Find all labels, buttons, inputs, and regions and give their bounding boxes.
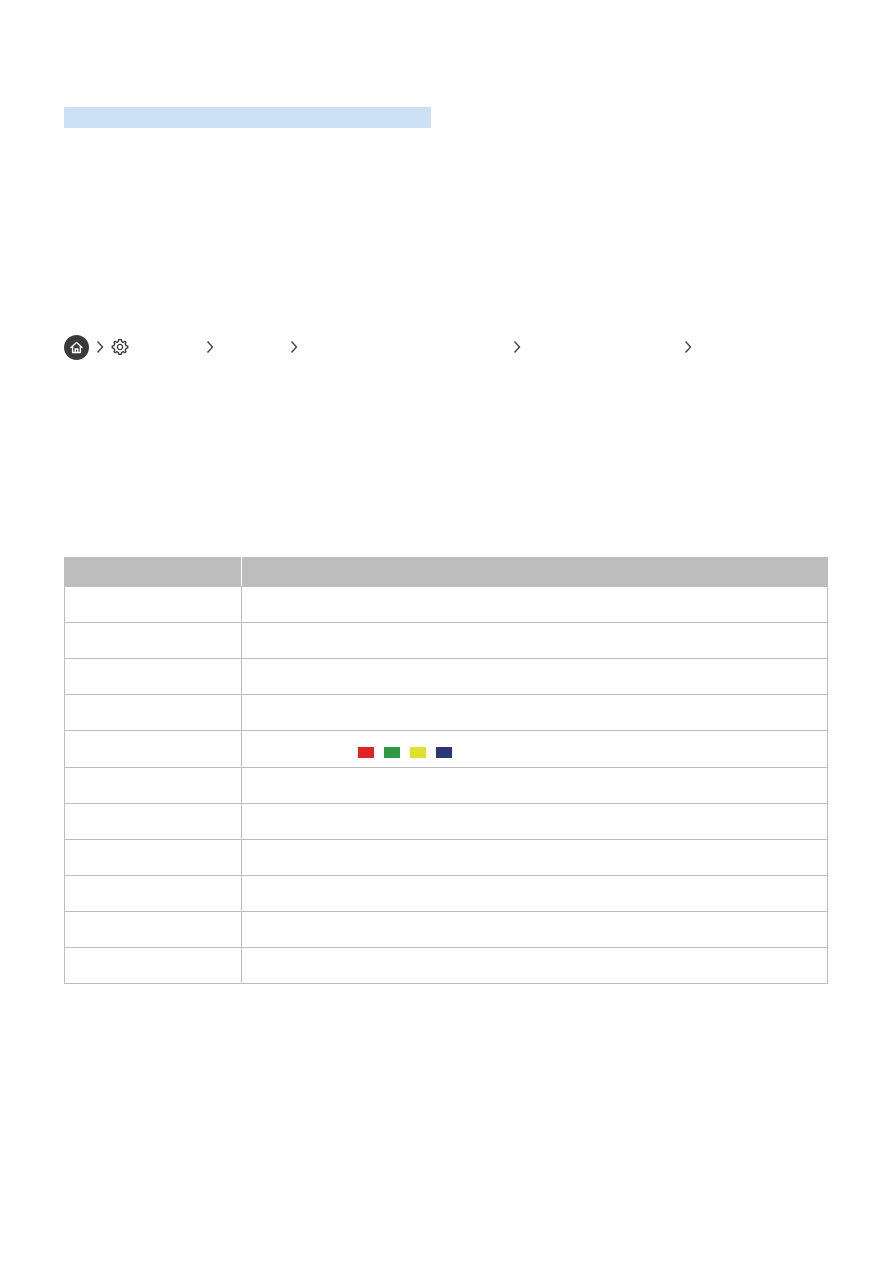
section-heading-highlight bbox=[64, 107, 431, 128]
chevron-right-icon bbox=[513, 341, 521, 353]
table-cell-key bbox=[64, 947, 242, 984]
table-header-key bbox=[64, 557, 242, 587]
table-cell-value bbox=[241, 730, 828, 768]
green-button-icon bbox=[384, 747, 400, 759]
table-cell-key bbox=[64, 767, 242, 804]
table-cell-value bbox=[241, 694, 828, 731]
table-row bbox=[64, 730, 828, 768]
yellow-button-icon bbox=[410, 747, 426, 759]
chevron-right-icon bbox=[290, 341, 298, 353]
table-cell-key bbox=[64, 730, 242, 768]
table-cell-value bbox=[241, 658, 828, 695]
table-cell-key bbox=[64, 803, 242, 840]
chevron-right-icon bbox=[684, 341, 692, 353]
table-cell-key bbox=[64, 658, 242, 695]
table-cell-value bbox=[241, 586, 828, 623]
table-header-value bbox=[241, 557, 828, 587]
button-function-table bbox=[64, 557, 828, 984]
table-row bbox=[64, 586, 828, 623]
table-cell-value bbox=[241, 622, 828, 659]
table-header-row bbox=[64, 557, 828, 587]
table-row bbox=[64, 622, 828, 659]
home-icon[interactable] bbox=[64, 335, 89, 360]
table-row bbox=[64, 911, 828, 948]
color-buttons bbox=[358, 744, 462, 759]
table-row bbox=[64, 803, 828, 840]
gear-icon[interactable] bbox=[111, 338, 129, 356]
table-cell-value bbox=[241, 875, 828, 912]
table-cell-key bbox=[64, 622, 242, 659]
table-cell-value bbox=[241, 947, 828, 984]
breadcrumb bbox=[64, 335, 764, 361]
table-row bbox=[64, 694, 828, 731]
table-cell-key bbox=[64, 875, 242, 912]
table-cell-value bbox=[241, 839, 828, 876]
table-cell-key bbox=[64, 839, 242, 876]
table-row bbox=[64, 947, 828, 984]
table-row bbox=[64, 767, 828, 804]
table-row bbox=[64, 658, 828, 695]
table-cell-value bbox=[241, 911, 828, 948]
table-cell-key bbox=[64, 911, 242, 948]
table-cell-key bbox=[64, 694, 242, 731]
blue-button-icon bbox=[436, 747, 452, 759]
chevron-right-icon bbox=[96, 341, 104, 353]
chevron-right-icon bbox=[206, 341, 214, 353]
table-cell-value bbox=[241, 767, 828, 804]
table-row bbox=[64, 839, 828, 876]
red-button-icon bbox=[358, 747, 374, 759]
table-cell-value bbox=[241, 803, 828, 840]
table-row bbox=[64, 875, 828, 912]
table-cell-key bbox=[64, 586, 242, 623]
